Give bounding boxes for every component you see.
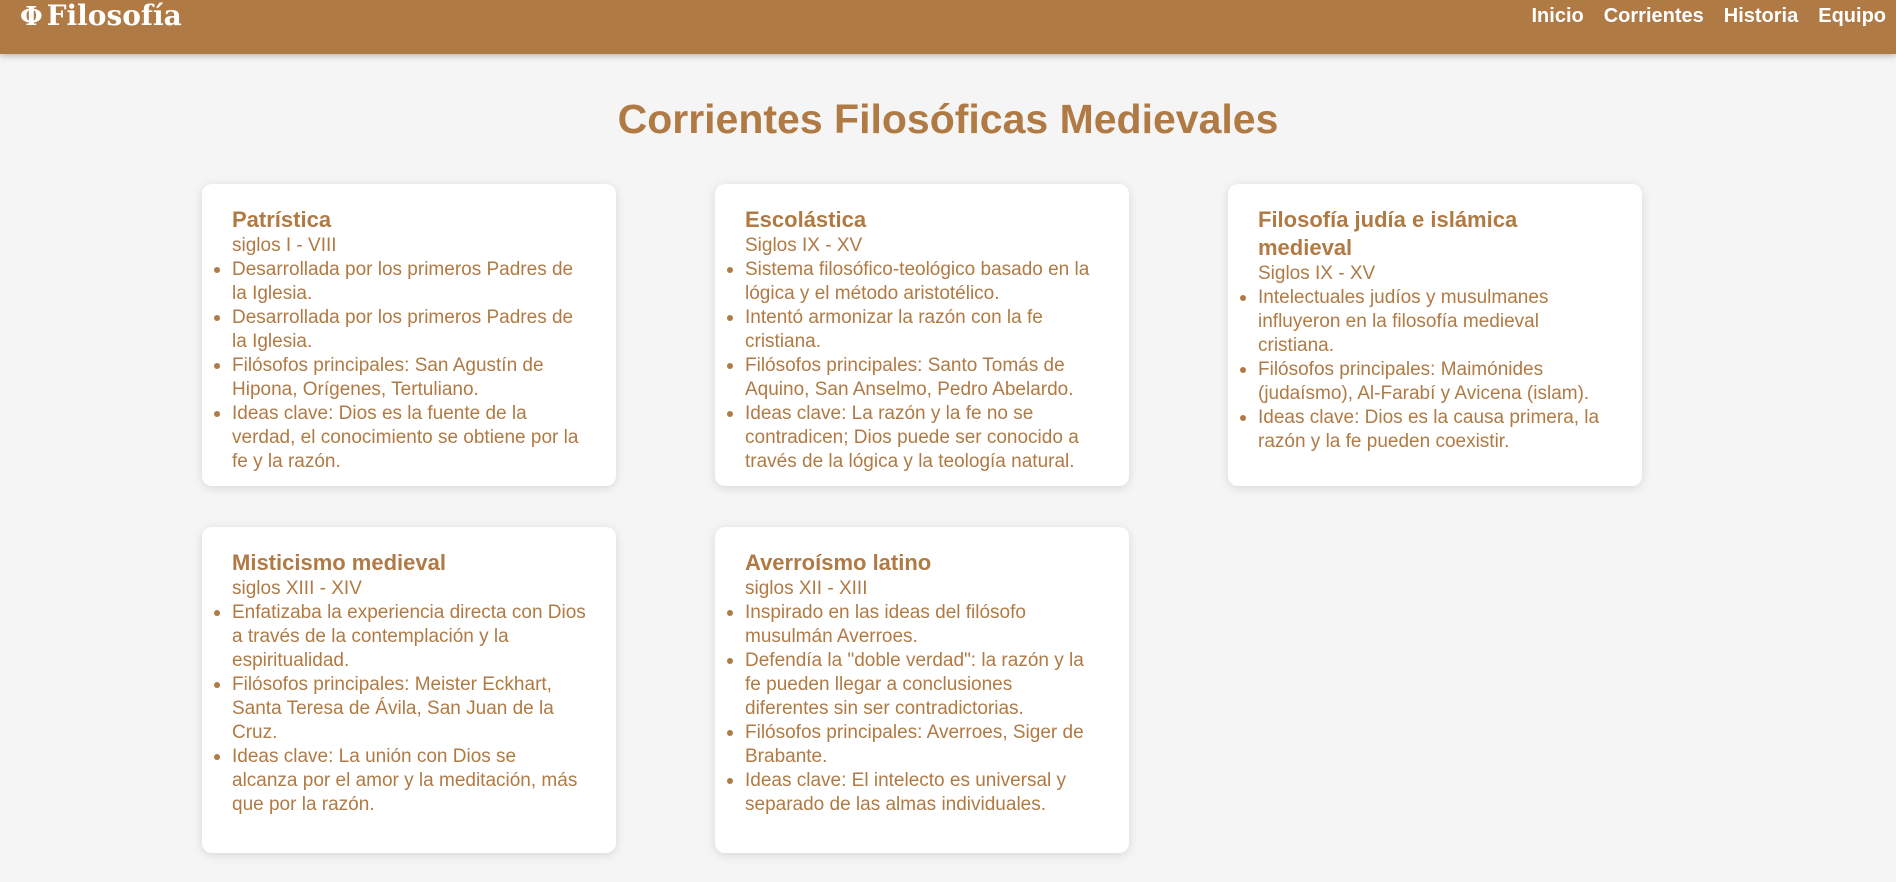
card-period: Siglos IX - XV (1258, 263, 1376, 284)
card-list: Sistema filosófico-teológico basado en l… (727, 258, 1099, 474)
list-item: Ideas clave: La unión con Dios se alcanz… (214, 745, 586, 817)
nav-link-equipo[interactable]: Equipo (1818, 5, 1886, 28)
card-patristica: Patrística siglos I - VIII Desarrollada … (202, 184, 616, 486)
card-list: Desarrollada por los primeros Padres de … (214, 258, 586, 474)
card-title: Averroísmo latino (745, 550, 932, 575)
card-period: siglos XII - XIII (745, 578, 868, 599)
list-item: Ideas clave: Dios es la fuente de la ver… (214, 402, 586, 474)
card-title: Misticismo medieval (232, 550, 446, 575)
nav-link-inicio[interactable]: Inicio (1532, 5, 1584, 28)
list-item: Defendía la "doble verdad": la razón y l… (727, 649, 1099, 721)
list-item: Desarrollada por los primeros Padres de … (214, 258, 586, 306)
card-list: Intelectuales judíos y musulmanes influy… (1240, 286, 1612, 454)
card-period: siglos I - VIII (232, 235, 337, 256)
list-item: Filósofos principales: San Agustín de Hi… (214, 354, 586, 402)
card-title: Patrística (232, 207, 332, 232)
list-item: Inspirado en las ideas del filósofo musu… (727, 601, 1099, 649)
card-title: Filosofía judía e islámica medieval (1258, 207, 1518, 260)
list-item: Filósofos principales: Maimónides (judaí… (1240, 358, 1612, 406)
card-list: Inspirado en las ideas del filósofo musu… (727, 601, 1099, 817)
brand-text: Filosofía (46, 0, 182, 32)
list-item: Ideas clave: La razón y la fe no se cont… (727, 402, 1099, 474)
card-period: Siglos IX - XV (745, 235, 863, 256)
card-escolastica: Escolástica Siglos IX - XV Sistema filos… (715, 184, 1129, 486)
card-filosofia-judia-islamica: Filosofía judía e islámica medieval Sigl… (1228, 184, 1642, 486)
list-item: Enfatizaba la experiencia directa con Di… (214, 602, 586, 671)
card-period: siglos XIII - XIV (232, 578, 362, 599)
nav-link-historia[interactable]: Historia (1724, 5, 1798, 28)
list-item: Ideas clave: El intelecto es universal y… (727, 769, 1099, 817)
card-title: Escolástica (745, 207, 867, 232)
nav-links: Inicio Corrientes Historia Equipo (1512, 0, 1887, 32)
card-list: Enfatizaba la experiencia directa con Di… (214, 601, 586, 817)
brand-logo[interactable]: Φ Filosofía (20, 0, 182, 32)
card-averroismo: Averroísmo latino siglos XII - XIII Insp… (715, 527, 1129, 853)
card-misticismo: Misticismo medieval siglos XIII - XIV En… (202, 527, 616, 853)
list-item: Filósofos principales: Meister Eckhart, … (214, 673, 586, 745)
list-item: Intelectuales judíos y musulmanes influy… (1240, 286, 1612, 358)
page-title: Corrientes Filosóficas Medievales (617, 96, 1279, 142)
list-item: Ideas clave: Dios es la causa primera, l… (1240, 406, 1612, 454)
top-navbar: Φ Filosofía Inicio Corrientes Historia Eq… (0, 0, 1896, 54)
list-item: Sistema filosófico-teológico basado en l… (727, 258, 1099, 306)
list-item: Intentó armonizar la razón con la fe cri… (727, 306, 1099, 354)
nav-link-corrientes[interactable]: Corrientes (1604, 5, 1704, 28)
list-item: Filósofos principales: Santo Tomás de Aq… (727, 354, 1099, 402)
list-item: Desarrollada por los primeros Padres de … (214, 306, 586, 354)
list-item: Filósofos principales: Averroes, Siger d… (727, 721, 1099, 769)
phi-icon: Φ (20, 2, 43, 32)
